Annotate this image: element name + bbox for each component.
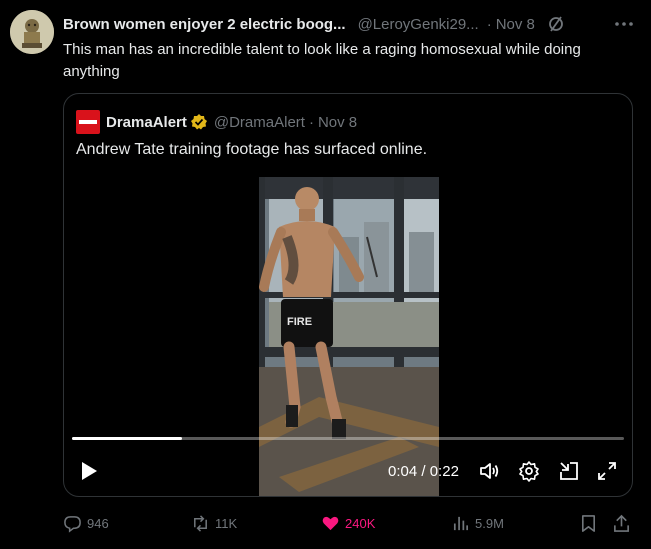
separator-dot: · — [486, 15, 492, 33]
tweet-header: Brown women enjoyer 2 electric boog... @… — [63, 13, 635, 35]
tweet-text: This man has an incredible talent to loo… — [63, 41, 581, 80]
video-progress-bar[interactable] — [72, 437, 624, 440]
video-current-time: 0:04 — [388, 463, 418, 480]
play-icon[interactable] — [78, 460, 100, 482]
volume-icon[interactable] — [478, 460, 500, 482]
repost-button[interactable]: 11K — [191, 510, 237, 536]
views-icon — [453, 516, 469, 530]
like-button[interactable]: 240K — [321, 510, 375, 536]
shorts-print: FIRE — [287, 316, 312, 328]
separator-dot: · — [308, 113, 314, 131]
quoted-tweet[interactable]: DramaAlert @DramaAlert · Nov 8 Andrew Ta… — [63, 93, 633, 497]
reply-button[interactable]: 946 — [63, 510, 109, 536]
quoted-tweet-date: Nov 8 — [317, 113, 358, 131]
share-icon — [614, 514, 629, 532]
fullscreen-icon[interactable] — [596, 460, 618, 482]
tweet-date[interactable]: Nov 8 — [496, 16, 535, 33]
quoted-author-name: DramaAlert — [106, 113, 187, 131]
quoted-tweet-text: Andrew Tate training footage has surface… — [76, 141, 428, 158]
quoted-tweet-header: DramaAlert @DramaAlert · Nov 8 — [76, 110, 357, 134]
repost-icon — [194, 514, 207, 532]
quoted-author-handle: @DramaAlert — [213, 113, 305, 131]
author-name[interactable]: Brown women enjoyer 2 electric boog... — [63, 16, 346, 33]
heart-icon — [322, 516, 339, 530]
avatar[interactable] — [10, 10, 54, 54]
settings-icon[interactable] — [518, 460, 540, 482]
verified-badge-icon — [190, 113, 208, 131]
video-time-separator: / — [421, 463, 426, 480]
action-bar: 946 11K 240K 5.9M — [63, 510, 633, 536]
reply-icon — [64, 515, 81, 533]
more-icon[interactable] — [613, 13, 635, 35]
video-time: 0:04 / 0:22 — [388, 463, 459, 480]
reply-count: 946 — [87, 515, 109, 531]
video-player[interactable]: FIRE — [259, 177, 439, 496]
grok-icon[interactable] — [547, 15, 565, 33]
picture-in-picture-icon[interactable] — [558, 460, 580, 482]
video-duration: 0:22 — [429, 463, 459, 480]
share-button[interactable] — [612, 510, 636, 536]
quoted-author-avatar[interactable] — [76, 110, 100, 134]
views-button[interactable]: 5.9M — [451, 510, 504, 536]
author-handle[interactable]: @LeroyGenki29... — [358, 16, 479, 33]
repost-count: 11K — [215, 515, 238, 531]
video-frame: FIRE — [259, 177, 439, 496]
like-count: 240K — [345, 515, 376, 531]
bookmark-button[interactable] — [579, 510, 603, 536]
bookmark-icon — [581, 514, 596, 532]
views-count: 5.9M — [475, 515, 504, 531]
video-progress-fill — [72, 437, 183, 440]
